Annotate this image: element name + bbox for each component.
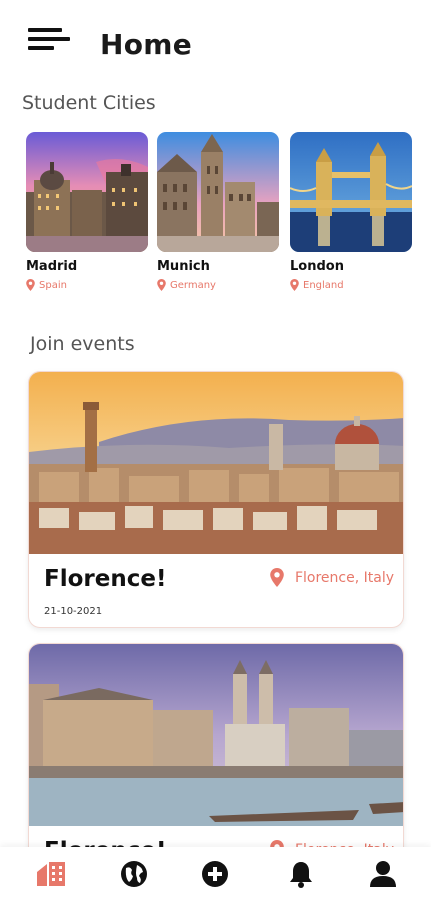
city-country-label: Germany [170, 279, 216, 291]
nav-explore[interactable] [117, 857, 151, 891]
city-card-madrid[interactable]: Madrid Spain [26, 132, 148, 291]
page-title: Home [100, 28, 193, 61]
location-pin-icon [26, 279, 35, 291]
nav-profile[interactable] [366, 857, 400, 891]
home-icon [37, 862, 65, 886]
add-circle-icon [202, 861, 228, 887]
event-title: Florence! [44, 566, 167, 592]
city-country-label: Spain [39, 279, 67, 291]
section-title-join-events: Join events [30, 333, 135, 355]
app-header: Home [0, 0, 431, 90]
menu-icon[interactable] [28, 28, 70, 52]
event-image-zurich [29, 644, 403, 826]
location-pin-icon [157, 279, 166, 291]
city-country: Spain [26, 279, 148, 291]
nav-notifications[interactable] [284, 857, 318, 891]
event-location: Florence, Italy [270, 568, 394, 587]
city-name: London [290, 259, 344, 274]
city-image-madrid [26, 132, 148, 252]
event-image-florence [29, 372, 403, 554]
event-date: 21-10-2021 [44, 606, 103, 617]
profile-icon [370, 861, 396, 887]
globe-icon [121, 861, 147, 887]
city-image-london [290, 132, 412, 252]
city-country: England [290, 279, 412, 291]
nav-home[interactable] [34, 857, 68, 891]
event-card[interactable]: Florence! 21-10-2021 Florence, Italy [28, 371, 404, 628]
event-info: Florence! 21-10-2021 Florence, Italy [29, 554, 403, 627]
city-name: Munich [157, 259, 210, 274]
city-card-munich[interactable]: Munich Germany [157, 132, 279, 291]
location-pin-icon [290, 279, 299, 291]
event-location-label: Florence, Italy [294, 569, 394, 586]
city-name: Madrid [26, 259, 78, 274]
location-pin-icon [270, 568, 284, 587]
event-card[interactable]: Florence! Florence, Italy [28, 643, 404, 873]
nav-add[interactable] [198, 857, 232, 891]
bottom-navigation [0, 847, 431, 900]
city-card-london[interactable]: London England [290, 132, 412, 291]
city-list: Madrid Spain Munich Germany London Engla… [26, 132, 416, 302]
city-country: Germany [157, 279, 279, 291]
city-country-label: England [303, 279, 344, 291]
section-title-student-cities: Student Cities [22, 92, 156, 114]
city-image-munich [157, 132, 279, 252]
bell-icon [290, 862, 312, 888]
